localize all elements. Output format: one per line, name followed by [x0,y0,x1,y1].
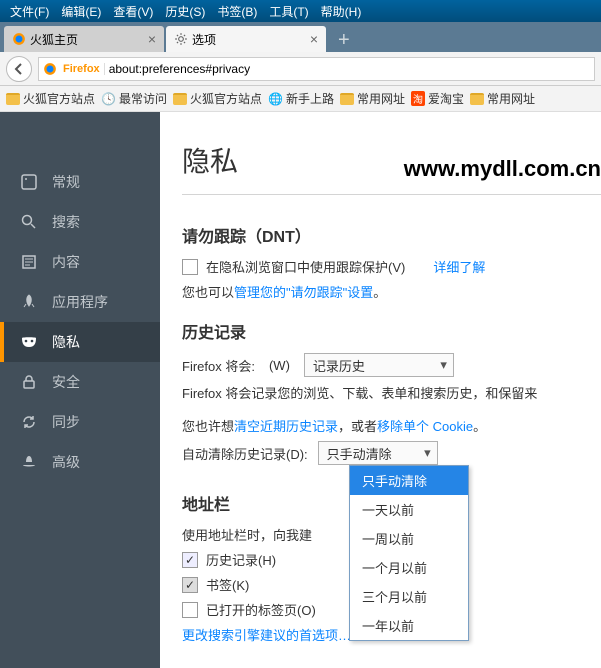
dropdown-option[interactable]: 一年以前 [350,611,468,640]
auto-clear-dropdown: 只手动清除 一天以前 一周以前 一个月以前 三个月以前 一年以前 [349,465,469,641]
loc-history-checkbox[interactable]: ✓ [182,552,198,568]
menu-edit[interactable]: 编辑(E) [55,1,107,22]
bookmark-item[interactable]: 常用网址 [470,90,535,107]
tab-home[interactable]: 火狐主页 × [4,26,164,52]
folder-icon [173,93,187,105]
sidebar: 常规 搜索 内容 应用程序 隐私 安全 同步 高级 [0,112,160,668]
tab-label: 选项 [192,31,216,48]
bookmark-item[interactable]: 火狐官方站点 [173,90,262,107]
hat-icon [20,453,38,471]
bookmark-item[interactable]: 淘爱淘宝 [411,90,464,107]
chevron-left-icon [13,63,25,75]
dnt-checkbox-label: 在隐私浏览窗口中使用跟踪保护(V) [206,257,405,276]
url-bar[interactable]: Firefox about:preferences#privacy [38,57,595,81]
url-badge: Firefox [59,63,105,75]
gear-icon [174,32,188,46]
dropdown-option[interactable]: 三个月以前 [350,582,468,611]
firefox-icon [12,32,26,46]
bookmark-item[interactable]: 🕓最常访问 [101,90,167,107]
rocket-icon [20,293,38,311]
sidebar-item-security[interactable]: 安全 [0,362,160,402]
folder-icon [340,93,354,105]
menu-help[interactable]: 帮助(H) [315,1,368,22]
globe-icon: 🌐 [268,92,283,106]
menu-history[interactable]: 历史(S) [159,1,211,22]
remove-cookie-link[interactable]: 移除单个 Cookie [377,416,473,435]
menu-tools[interactable]: 工具(T) [263,1,314,22]
tabbar: 火狐主页 × 选项 × + [0,22,601,52]
dropdown-option[interactable]: 一天以前 [350,495,468,524]
dnt-manage-link[interactable]: 管理您的"请勿跟踪"设置 [234,282,373,301]
taobao-icon: 淘 [411,91,425,106]
url-text: about:preferences#privacy [109,62,250,76]
navbar: Firefox about:preferences#privacy [0,52,601,86]
menu-file[interactable]: 文件(F) [4,1,55,22]
watermark-text: www.mydll.com.cn [404,156,601,182]
bookmark-item[interactable]: 火狐官方站点 [6,90,95,107]
dnt-checkbox[interactable] [182,259,198,275]
bookmark-item[interactable]: 常用网址 [340,90,405,107]
dnt-heading: 请勿跟踪（DNT） [182,223,601,247]
folder-icon [470,93,484,105]
menubar: 文件(F) 编辑(E) 查看(V) 历史(S) 书签(B) 工具(T) 帮助(H… [0,0,601,22]
content-pane: 隐私 www.mydll.com.cn 请勿跟踪（DNT） 在隐私浏览窗口中使用… [160,112,601,668]
menu-view[interactable]: 查看(V) [107,1,159,22]
sidebar-item-privacy[interactable]: 隐私 [0,322,160,362]
dropdown-option[interactable]: 一周以前 [350,524,468,553]
dropdown-option[interactable]: 一个月以前 [350,553,468,582]
folder-icon [6,93,20,105]
sync-icon [20,413,38,431]
clock-icon: 🕓 [101,92,116,106]
mask-icon [20,333,38,351]
tab-label: 火狐主页 [30,31,78,48]
close-icon[interactable]: × [148,31,156,47]
history-mode-select[interactable]: 记录历史 [304,353,454,377]
sidebar-item-search[interactable]: 搜索 [0,202,160,242]
back-button[interactable] [6,56,32,82]
search-icon [20,213,38,231]
clear-history-link[interactable]: 清空近期历史记录 [234,416,338,435]
loc-bookmarks-checkbox[interactable]: ✓ [182,577,198,593]
auto-clear-select[interactable]: 只手动清除 [318,441,438,465]
content-icon [20,253,38,271]
new-tab-button[interactable]: + [328,29,360,52]
close-icon[interactable]: × [310,31,318,47]
dnt-learn-link[interactable]: 详细了解 [433,257,485,276]
sidebar-item-advanced[interactable]: 高级 [0,442,160,482]
dropdown-option[interactable]: 只手动清除 [350,466,468,495]
menu-bookmarks[interactable]: 书签(B) [211,1,263,22]
bookmark-item[interactable]: 🌐新手上路 [268,90,334,107]
sidebar-item-content[interactable]: 内容 [0,242,160,282]
bookmarks-bar: 火狐官方站点 🕓最常访问 火狐官方站点 🌐新手上路 常用网址 淘爱淘宝 常用网址 [0,86,601,112]
sidebar-item-sync[interactable]: 同步 [0,402,160,442]
tab-options[interactable]: 选项 × [166,26,326,52]
history-desc: Firefox 将会记录您的浏览、下载、表单和搜索历史，和保留来 [182,383,537,402]
loc-tabs-checkbox[interactable] [182,602,198,618]
history-heading: 历史记录 [182,319,601,343]
firefox-icon [43,62,57,76]
general-icon [20,173,38,191]
search-suggest-link[interactable]: 更改搜索引擎建议的首选项… [182,625,351,644]
lock-icon [20,373,38,391]
sidebar-item-general[interactable]: 常规 [0,162,160,202]
sidebar-item-apps[interactable]: 应用程序 [0,282,160,322]
